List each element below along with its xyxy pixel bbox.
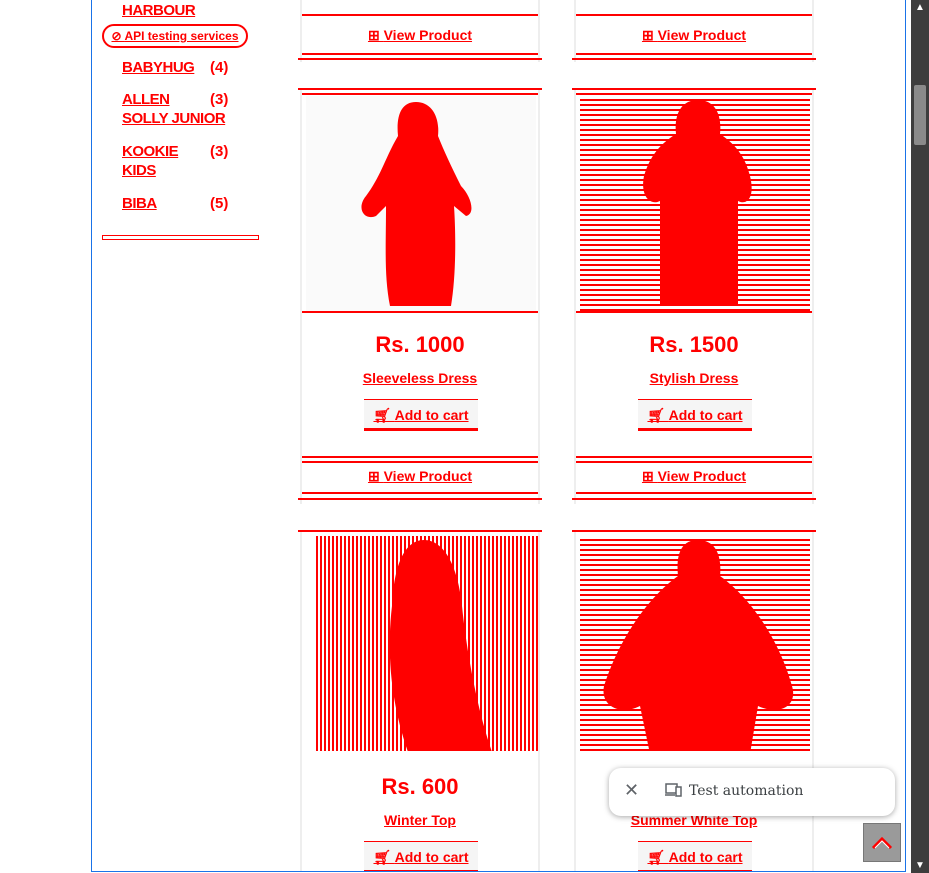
brand-count: (3) — [210, 143, 229, 160]
card-bottom-border — [298, 498, 542, 500]
shopping-cart-icon: 🛒︎ — [647, 407, 669, 423]
product-card: Rs. 600 Winter Top 🛒︎ Add to cart — [298, 530, 542, 871]
view-product-icon: ⊞ — [641, 468, 658, 484]
devices-icon — [665, 782, 682, 797]
add-to-cart-button[interactable]: 🛒︎ Add to cart — [638, 841, 752, 871]
divider — [302, 461, 538, 463]
ad-link[interactable]: ⊘ API testing services — [102, 24, 248, 48]
card-top-border — [572, 88, 816, 90]
divider — [576, 461, 812, 463]
card-bottom-border — [572, 58, 816, 60]
brand-name-line2: KIDS — [122, 162, 156, 179]
brand-count: (3) — [210, 91, 229, 108]
view-product-link[interactable]: ⊞ View Product — [302, 27, 538, 44]
product-name: Sleeveless Dress — [362, 370, 478, 386]
view-product-icon: ⊞ — [641, 27, 658, 43]
product-price: Rs. 1500 — [649, 332, 739, 357]
divider — [302, 311, 538, 313]
scroll-thumb[interactable] — [914, 85, 926, 145]
sidebar-divider — [102, 235, 259, 240]
ad-link-label: API testing services — [124, 29, 239, 43]
product-price: Rs. 600 — [381, 774, 459, 799]
brand-name: BABYHUG — [122, 59, 195, 76]
brand-count: (5) — [210, 195, 229, 212]
add-to-cart-button[interactable]: 🛒︎ Add to cart — [364, 841, 478, 871]
add-to-cart-label: Add to cart — [668, 849, 743, 865]
shopping-cart-icon: 🛒︎ — [647, 849, 669, 865]
divider — [302, 456, 538, 458]
view-product-link[interactable]: ⊞ View Product — [302, 468, 538, 485]
card-bottom-border — [572, 498, 816, 500]
divider — [576, 53, 812, 55]
product-card: Rs. 1500 Stylish Dress 🛒︎ Add to cart ⊞ … — [572, 88, 816, 504]
product-price: Rs. 1000 — [375, 332, 465, 357]
toast-link[interactable]: Test automation — [689, 783, 803, 799]
product-name: Winter Top — [384, 812, 456, 828]
brand-count: (4) — [210, 59, 229, 76]
product-name: Stylish Dress — [649, 370, 739, 386]
brands-sidebar: HARBOUR ⊘ API testing services BABYHUG (… — [97, 0, 259, 245]
brand-name: KOOKIE — [122, 143, 179, 160]
card-top-border — [298, 88, 542, 90]
brand-name-line2: SOLLY JUNIOR — [122, 110, 226, 127]
product-image — [580, 96, 810, 311]
scroll-up-arrow[interactable]: ▲ — [911, 2, 929, 13]
card-top-border — [298, 530, 542, 532]
add-to-cart-button[interactable]: 🛒︎ Add to cart — [638, 399, 752, 431]
card-top-border — [572, 530, 816, 532]
ad-toast: ✕ Test automation — [609, 768, 895, 816]
vertical-scrollbar[interactable]: ▲ ▼ — [911, 0, 929, 873]
view-product-link[interactable]: ⊞ View Product — [576, 468, 812, 485]
divider — [302, 53, 538, 55]
close-icon[interactable]: ✕ — [624, 782, 639, 800]
scroll-down-arrow[interactable]: ▼ — [911, 860, 929, 871]
view-product-label: View Product — [657, 468, 747, 484]
divider — [302, 492, 538, 494]
add-to-cart-label: Add to cart — [668, 407, 743, 423]
divider — [576, 492, 812, 494]
view-product-icon: ⊞ — [367, 27, 384, 43]
divider — [576, 311, 812, 313]
divider — [576, 93, 812, 95]
page-frame: HARBOUR ⊘ API testing services BABYHUG (… — [91, 0, 906, 872]
view-product-icon: ⊞ — [367, 468, 384, 484]
product-image — [316, 536, 538, 751]
divider — [576, 456, 812, 458]
brand-name: ALLEN — [122, 91, 170, 108]
product-image — [306, 96, 536, 311]
product-card: Summer White Top 🛒︎ Add to cart — [572, 530, 816, 871]
add-to-cart-label: Add to cart — [394, 849, 469, 865]
shopping-cart-icon: 🛒︎ — [373, 849, 395, 865]
add-to-cart-button[interactable]: 🛒︎ Add to cart — [364, 399, 478, 431]
shopping-cart-icon: 🛒︎ — [373, 407, 395, 423]
card-bottom-border — [298, 58, 542, 60]
add-to-cart-label: Add to cart — [394, 407, 469, 423]
product-card: ⊞ View Product — [572, 0, 816, 62]
chevron-up-icon — [871, 836, 893, 850]
scroll-top-button[interactable] — [863, 823, 901, 862]
divider — [302, 14, 538, 16]
divider — [302, 93, 538, 95]
view-product-label: View Product — [657, 27, 747, 43]
view-product-label: View Product — [383, 468, 473, 484]
product-card: Rs. 1000 Sleeveless Dress 🛒︎ Add to cart… — [298, 88, 542, 504]
brand-name: BIBA — [122, 195, 157, 212]
ad-link-icon: ⊘ — [111, 29, 125, 43]
divider — [576, 14, 812, 16]
brand-link-harbour[interactable]: HARBOUR — [122, 2, 196, 19]
view-product-label: View Product — [383, 27, 473, 43]
product-card: ⊞ View Product — [298, 0, 542, 62]
view-product-link[interactable]: ⊞ View Product — [576, 27, 812, 44]
product-image — [580, 536, 810, 751]
